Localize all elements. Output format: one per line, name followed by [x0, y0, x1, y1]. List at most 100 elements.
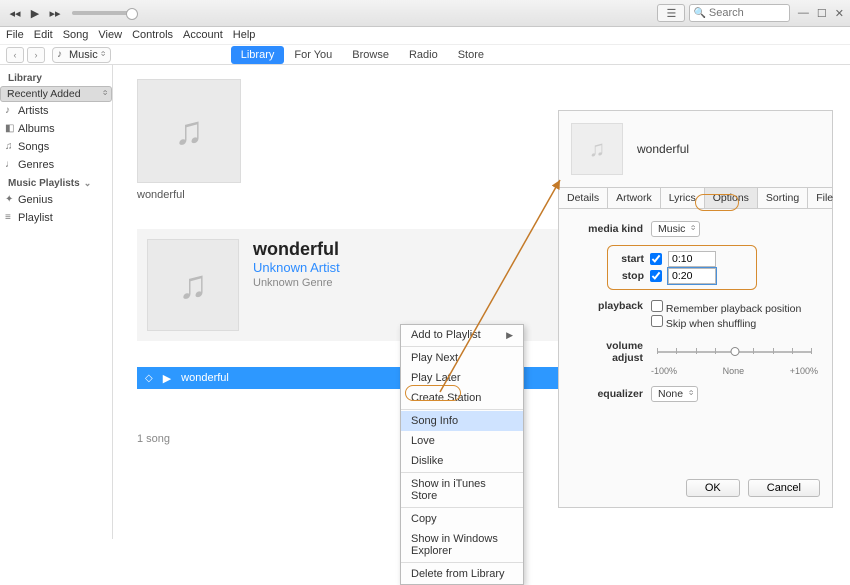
next-track-button[interactable]: ▸▸ [46, 6, 64, 20]
tab-foryou[interactable]: For You [284, 46, 342, 64]
clock-icon: ◔ [6, 90, 12, 101]
maximize-button[interactable]: ☐ [817, 7, 827, 20]
sidebar-item-genres[interactable]: ♩Genres [0, 156, 112, 174]
tab-library[interactable]: Library [231, 46, 285, 64]
dialog-tabs: Details Artwork Lyrics Options Sorting F… [559, 187, 832, 209]
dialog-thumbnail: ♫ [571, 123, 623, 175]
disclosure-icon[interactable]: ⌄ [84, 178, 92, 189]
menu-song[interactable]: Song [63, 29, 89, 42]
menu-account[interactable]: Account [183, 29, 223, 42]
ctx-add-to-playlist[interactable]: Add to Playlist▶ [401, 325, 523, 345]
ctx-create-station[interactable]: Create Station [401, 388, 523, 408]
sidebar-item-genius[interactable]: ✦Genius [0, 191, 112, 209]
hero-title: wonderful [253, 239, 340, 260]
menu-edit[interactable]: Edit [34, 29, 53, 42]
track-name: wonderful [181, 372, 229, 384]
sidebar-item-artists[interactable]: ♪Artists [0, 102, 112, 120]
ctx-delete[interactable]: Delete from Library [401, 564, 523, 584]
ctx-play-later[interactable]: Play Later [401, 368, 523, 388]
guitar-icon: ♩ [5, 159, 15, 170]
ctx-copy[interactable]: Copy [401, 509, 523, 529]
tab-store[interactable]: Store [448, 46, 494, 64]
hero-artist[interactable]: Unknown Artist [253, 260, 340, 275]
dlg-tab-sorting[interactable]: Sorting [758, 188, 808, 208]
selected-icon: ◇ [145, 373, 153, 384]
sidebar-item-playlist[interactable]: ≡Playlist [0, 209, 112, 227]
minimize-button[interactable]: — [798, 7, 809, 20]
list-icon: ≡ [5, 212, 11, 223]
sidebar: Library ◔Recently Added ♪Artists ◧Albums… [0, 65, 113, 539]
nav-forward-button[interactable]: › [27, 47, 45, 63]
equalizer-label: equalizer [573, 388, 651, 400]
start-label: start [614, 253, 644, 265]
volume-slider[interactable] [72, 11, 134, 15]
slider-max: +100% [790, 366, 818, 376]
sidebar-item-recent[interactable]: ◔Recently Added [0, 86, 112, 102]
hero-thumbnail: ♫ [147, 239, 239, 331]
ctx-show-itunes[interactable]: Show in iTunes Store [401, 474, 523, 506]
dlg-tab-file[interactable]: File [808, 188, 841, 208]
cancel-button[interactable]: Cancel [748, 479, 820, 497]
person-icon: ♪ [5, 105, 10, 116]
playback-label: playback [573, 300, 651, 312]
menu-help[interactable]: Help [233, 29, 256, 42]
nav-back-button[interactable]: ‹ [6, 47, 24, 63]
dialog-title: wonderful [637, 142, 689, 156]
close-button[interactable]: ✕ [835, 7, 844, 20]
song-info-dialog: ♫ wonderful Details Artwork Lyrics Optio… [558, 110, 833, 508]
dlg-tab-lyrics[interactable]: Lyrics [661, 188, 705, 208]
sidebar-head-playlists: Music Playlists⌄ [0, 174, 112, 191]
ctx-song-info[interactable]: Song Info [401, 411, 523, 431]
menu-file[interactable]: File [6, 29, 24, 42]
search-input[interactable] [709, 7, 789, 19]
start-checkbox[interactable] [650, 253, 662, 265]
stop-time-input[interactable] [668, 268, 716, 284]
dlg-tab-details[interactable]: Details [559, 188, 608, 208]
equalizer-select[interactable]: None [651, 386, 698, 402]
track-play-icon[interactable]: ▶ [163, 372, 171, 385]
ctx-play-next[interactable]: Play Next [401, 348, 523, 368]
tab-radio[interactable]: Radio [399, 46, 448, 64]
sidebar-head-library: Library [0, 69, 112, 86]
ctx-show-explorer[interactable]: Show in Windows Explorer [401, 529, 523, 561]
ctx-dislike[interactable]: Dislike [401, 451, 523, 471]
genius-icon: ✦ [5, 194, 13, 205]
remember-position-option[interactable]: Remember playback position [651, 300, 801, 315]
play-button[interactable]: ▶ [26, 6, 44, 20]
ok-button[interactable]: OK [686, 479, 740, 497]
start-stop-group: start stop [607, 245, 757, 290]
dlg-tab-artwork[interactable]: Artwork [608, 188, 661, 208]
playback-bar: ◂◂ ▶ ▸▸ ☰ 🔍 — ☐ ✕ [0, 0, 850, 27]
submenu-arrow-icon: ▶ [506, 330, 513, 341]
note-icon: ♫ [5, 141, 13, 152]
tab-browse[interactable]: Browse [342, 46, 399, 64]
menu-view[interactable]: View [98, 29, 122, 42]
slider-knob[interactable] [730, 347, 739, 356]
stop-checkbox[interactable] [650, 270, 662, 282]
prev-track-button[interactable]: ◂◂ [6, 6, 24, 20]
menu-bar: File Edit Song View Controls Account Hel… [0, 27, 850, 45]
sidebar-item-albums[interactable]: ◧Albums [0, 120, 112, 138]
menu-controls[interactable]: Controls [132, 29, 173, 42]
search-icon: 🔍 [690, 8, 708, 19]
secondary-toolbar: ‹ › Music Library For You Browse Radio S… [0, 45, 850, 65]
search-box[interactable]: 🔍 [689, 4, 789, 22]
hero-genre: Unknown Genre [253, 277, 340, 289]
volume-adjust-label: volume adjust [573, 340, 651, 364]
stop-label: stop [614, 270, 644, 282]
album-icon: ◧ [5, 123, 14, 134]
category-select[interactable]: Music [52, 47, 111, 63]
slider-mid: None [723, 366, 745, 376]
view-mode-button[interactable]: ☰ [657, 4, 685, 22]
dlg-tab-options[interactable]: Options [705, 188, 758, 208]
volume-adjust-slider[interactable] [657, 351, 812, 353]
media-kind-select[interactable]: Music [651, 221, 700, 237]
context-menu: Add to Playlist▶ Play Next Play Later Cr… [400, 324, 524, 585]
sidebar-item-songs[interactable]: ♫Songs [0, 138, 112, 156]
skip-shuffling-option[interactable]: Skip when shuffling [651, 315, 801, 330]
ctx-love[interactable]: Love [401, 431, 523, 451]
album-thumbnail[interactable]: ♫ [137, 79, 241, 183]
media-kind-label: media kind [573, 223, 651, 235]
start-time-input[interactable] [668, 251, 716, 267]
main-tabs: Library For You Browse Radio Store [231, 46, 494, 64]
